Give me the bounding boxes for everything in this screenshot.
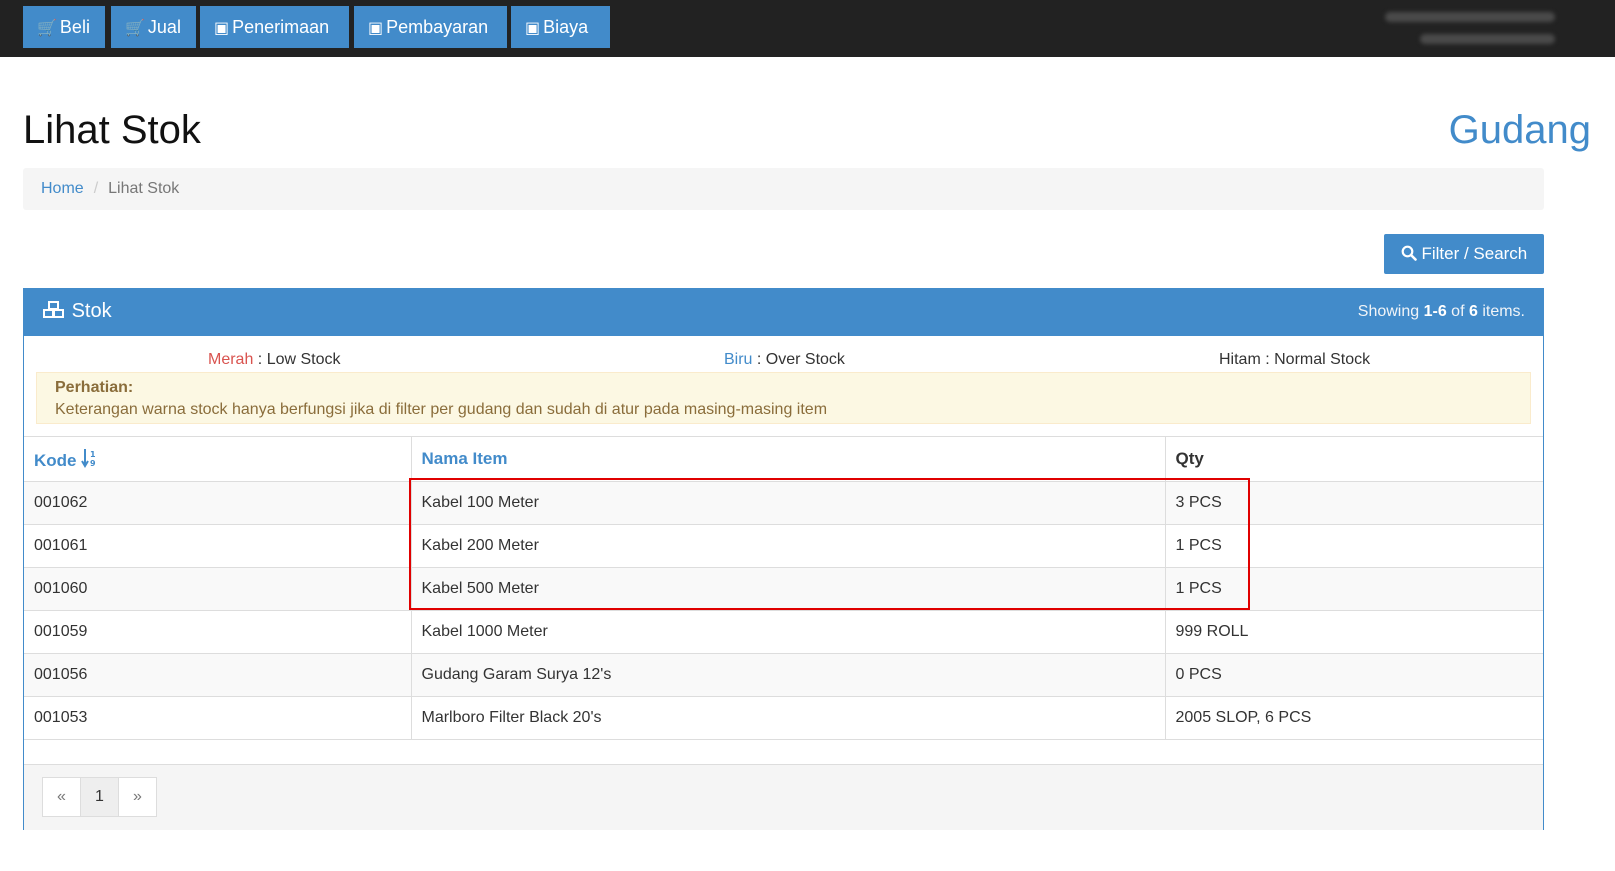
column-header-kode[interactable]: Kode 1 9	[24, 436, 412, 482]
kode-header-label: Kode	[34, 450, 77, 470]
table-row: 001056 Gudang Garam Surya 12's 0 PCS	[24, 653, 1543, 697]
legend-blue-label: Biru	[724, 351, 753, 368]
summary-range: 1-6	[1423, 303, 1447, 320]
warning-alert: Perhatian: Keterangan warna stock hanya …	[36, 372, 1531, 424]
panel-footer: « 1 »	[24, 764, 1543, 830]
cell-qty: 0 PCS	[1164, 653, 1543, 697]
filter-search-button[interactable]: Filter / Search	[1384, 234, 1544, 274]
legend-red-label: Merah	[208, 351, 254, 368]
cell-kode: 001061	[24, 524, 412, 568]
alert-message: Keterangan warna stock hanya berfungsi j…	[55, 401, 828, 418]
cubes-icon	[43, 301, 64, 318]
sort-numeric-icon: 1 9	[81, 448, 96, 468]
user-info-blurred[interactable]	[1375, 8, 1555, 48]
cell-kode: 001053	[24, 696, 412, 740]
legend-normal-stock: Hitam : Normal Stock	[1219, 351, 1370, 369]
cart-icon: 🛒	[37, 20, 57, 37]
summary-mid: of	[1446, 303, 1469, 320]
cell-qty: 2005 SLOP, 6 PCS	[1164, 696, 1543, 740]
legend-black-label: Hitam	[1219, 351, 1261, 368]
cell-kode: 001060	[24, 567, 412, 611]
table-row: 001059 Kabel 1000 Meter 999 ROLL	[24, 610, 1543, 654]
nav-beli-label: Beli	[59, 17, 90, 37]
pagination-prev[interactable]: «	[42, 777, 81, 817]
money-icon: ▣	[214, 20, 230, 37]
cell-kode: 001056	[24, 653, 412, 697]
panel-heading: Stok Showing 1-6 of 6 items.	[24, 289, 1543, 336]
cell-nama-item: Kabel 1000 Meter	[410, 610, 1166, 654]
summary-prefix: Showing	[1357, 303, 1424, 320]
legend-over-stock: Biru : Over Stock	[724, 351, 845, 369]
nav-jual-label: Jual	[147, 17, 181, 37]
breadcrumb-home-link[interactable]: Home	[41, 180, 84, 197]
filter-search-label: Filter / Search	[1421, 244, 1528, 263]
legend-black-desc: : Normal Stock	[1260, 351, 1371, 368]
nav-beli-button[interactable]: 🛒 Beli	[23, 6, 105, 48]
cart-icon: 🛒	[125, 20, 145, 37]
table-row: 001053 Marlboro Filter Black 20's 2005 S…	[24, 696, 1543, 740]
nav-penerimaan-button[interactable]: ▣ Penerimaan	[200, 6, 349, 48]
legend-blue-desc: : Over Stock	[752, 351, 845, 368]
table-header-row: Kode 1 9 Nama Item Qty	[24, 436, 1543, 482]
legend-red-desc: : Low Stock	[253, 351, 341, 368]
cell-kode: 001062	[24, 481, 412, 525]
legend-low-stock: Merah : Low Stock	[208, 351, 341, 369]
nav-penerimaan-label: Penerimaan	[232, 17, 330, 37]
pagination-page-1[interactable]: 1	[80, 777, 119, 817]
nav-biaya-button[interactable]: ▣ Biaya	[511, 6, 610, 48]
top-navbar: 🛒 Beli 🛒 Jual ▣ Penerimaan ▣ Pembayaran ▣ Bia…	[0, 0, 1615, 57]
cell-nama-item: Gudang Garam Surya 12's	[410, 653, 1166, 697]
nav-pembayaran-label: Pembayaran	[386, 17, 489, 37]
money-icon: ▣	[525, 20, 541, 37]
breadcrumb-current: Lihat Stok	[108, 180, 180, 197]
summary-suffix: items.	[1477, 303, 1525, 320]
breadcrumb: Home / Lihat Stok	[23, 168, 1544, 210]
items-summary: Showing 1-6 of 6 items.	[1358, 303, 1525, 321]
brand-title: Gudang	[1448, 108, 1591, 152]
cell-kode: 001059	[24, 610, 412, 654]
cell-qty: 999 ROLL	[1164, 610, 1543, 654]
pagination: « 1 »	[42, 777, 157, 817]
nav-biaya-label: Biaya	[543, 17, 589, 37]
breadcrumb-separator: /	[93, 180, 99, 197]
search-icon	[1401, 245, 1417, 261]
panel-title: Stok	[42, 300, 112, 323]
summary-total: 6	[1468, 303, 1478, 320]
nav-jual-button[interactable]: 🛒 Jual	[111, 6, 196, 48]
column-header-nama-item[interactable]: Nama Item	[410, 436, 1166, 482]
panel-title-label: Stok	[71, 300, 112, 322]
alert-title: Perhatian:	[55, 379, 134, 396]
highlight-box	[409, 478, 1250, 610]
svg-text:9: 9	[90, 459, 96, 468]
column-header-qty: Qty	[1164, 436, 1543, 482]
blurred-username	[1385, 12, 1555, 22]
blurred-user-role	[1420, 34, 1555, 44]
money-icon: ▣	[368, 20, 384, 37]
pagination-next[interactable]: »	[118, 777, 157, 817]
cell-nama-item: Marlboro Filter Black 20's	[410, 696, 1166, 740]
svg-text:1: 1	[90, 450, 96, 459]
nav-pembayaran-button[interactable]: ▣ Pembayaran	[354, 6, 507, 48]
page-title: Lihat Stok	[23, 108, 201, 152]
